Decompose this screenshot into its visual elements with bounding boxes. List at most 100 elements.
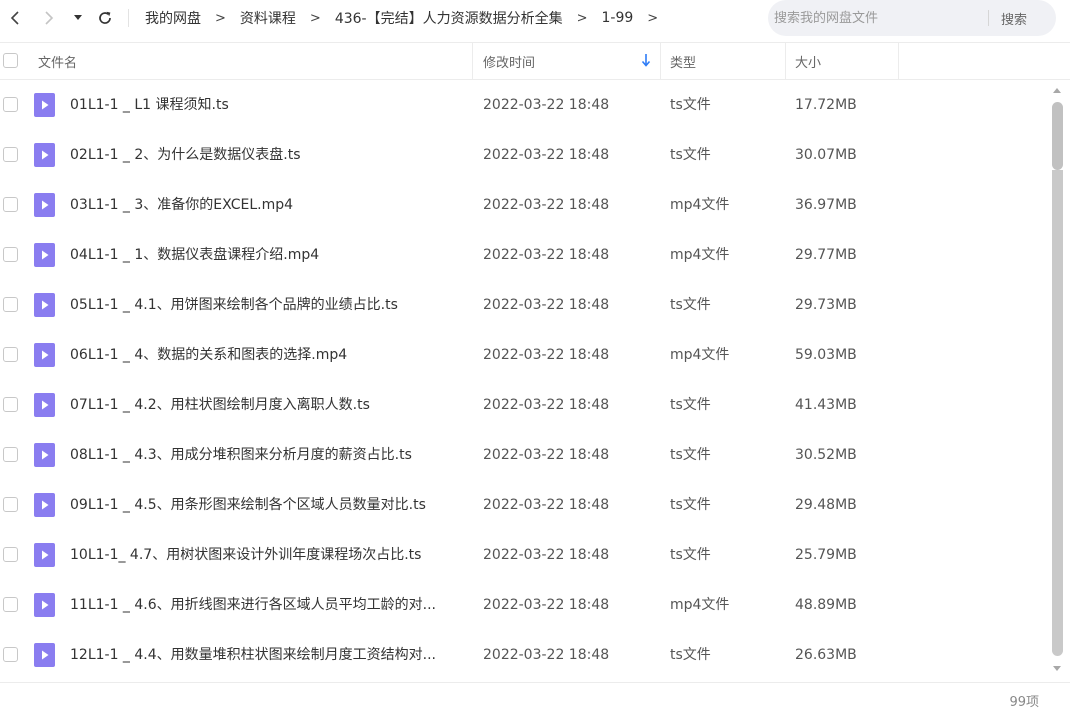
row-checkbox[interactable]	[3, 347, 18, 362]
arrow-down-icon[interactable]	[641, 53, 651, 67]
row-checkbox[interactable]	[3, 447, 18, 462]
scrollbar-track[interactable]	[1052, 170, 1063, 656]
forward-button[interactable]	[34, 3, 64, 33]
column-header-size[interactable]: 大小	[795, 43, 821, 79]
file-size: 29.48MB	[795, 497, 857, 513]
video-file-icon	[34, 593, 55, 617]
file-name[interactable]: 08L1-1 _ 4.3、用成分堆积图来分析月度的薪资占比.ts	[70, 430, 412, 480]
search-box: 搜索	[768, 0, 1056, 36]
breadcrumb-expand-arrow[interactable]: >	[647, 11, 658, 26]
file-name[interactable]: 04L1-1 _ 1、数据仪表盘课程介绍.mp4	[70, 230, 319, 280]
breadcrumb-item-current-folder[interactable]: 1-99	[602, 10, 634, 26]
file-modified-time: 2022-03-22 18:48	[483, 447, 610, 463]
file-name[interactable]: 01L1-1 _ L1 课程须知.ts	[70, 80, 229, 130]
file-row[interactable]: 06L1-1 _ 4、数据的关系和图表的选择.mp4 2022-03-22 18…	[0, 330, 1048, 380]
column-header-modified-time[interactable]: 修改时间	[483, 43, 535, 79]
breadcrumb-item-hr-analytics-folder[interactable]: 436-【完结】人力资源数据分析全集	[335, 8, 563, 28]
file-row[interactable]: 04L1-1 _ 1、数据仪表盘课程介绍.mp4 2022-03-22 18:4…	[0, 230, 1048, 280]
file-name[interactable]: 06L1-1 _ 4、数据的关系和图表的选择.mp4	[70, 330, 347, 380]
scroll-down-arrow-icon[interactable]	[1052, 663, 1062, 673]
video-file-icon	[34, 643, 55, 667]
file-modified-time: 2022-03-22 18:48	[483, 97, 610, 113]
file-list-header: 文件名 修改时间 类型 大小	[0, 42, 1070, 80]
file-name[interactable]: 05L1-1 _ 4.1、用饼图来绘制各个品牌的业绩占比.ts	[70, 280, 398, 330]
column-header-type[interactable]: 类型	[670, 43, 696, 79]
file-size: 29.77MB	[795, 247, 857, 263]
file-name[interactable]: 07L1-1 _ 4.2、用柱状图绘制月度入离职人数.ts	[70, 380, 370, 430]
column-divider[interactable]	[785, 43, 786, 79]
row-checkbox[interactable]	[3, 497, 18, 512]
file-modified-time: 2022-03-22 18:48	[483, 647, 610, 663]
file-type: ts文件	[670, 447, 711, 463]
chevron-right-icon	[45, 11, 54, 25]
file-name[interactable]: 02L1-1 _ 2、为什么是数据仪表盘.ts	[70, 130, 301, 180]
row-checkbox[interactable]	[3, 197, 18, 212]
row-checkbox[interactable]	[3, 147, 18, 162]
top-navigation-bar: 我的网盘 > 资料课程 > 436-【完结】人力资源数据分析全集 > 1-99 …	[0, 0, 1070, 36]
file-type: mp4文件	[670, 347, 730, 363]
file-size: 41.43MB	[795, 397, 857, 413]
row-checkbox[interactable]	[3, 297, 18, 312]
video-file-icon	[34, 93, 55, 117]
breadcrumb-item-my-drive[interactable]: 我的网盘	[145, 8, 201, 28]
file-size: 36.97MB	[795, 197, 857, 213]
file-size: 48.89MB	[795, 597, 857, 613]
back-button[interactable]	[0, 3, 30, 33]
file-row[interactable]: 09L1-1 _ 4.5、用条形图来绘制各个区域人员数量对比.ts 2022-0…	[0, 480, 1048, 530]
file-modified-time: 2022-03-22 18:48	[483, 347, 610, 363]
row-checkbox[interactable]	[3, 97, 18, 112]
breadcrumb-item-course-materials[interactable]: 资料课程	[240, 8, 296, 28]
column-divider[interactable]	[898, 43, 899, 79]
scroll-up-arrow-icon[interactable]	[1052, 86, 1062, 96]
file-row[interactable]: 07L1-1 _ 4.2、用柱状图绘制月度入离职人数.ts 2022-03-22…	[0, 380, 1048, 430]
file-row[interactable]: 12L1-1 _ 4.4、用数量堆积柱状图来绘制月度工资结构对... 2022-…	[0, 630, 1048, 680]
file-size: 30.52MB	[795, 447, 857, 463]
file-modified-time: 2022-03-22 18:48	[483, 247, 610, 263]
file-type: ts文件	[670, 397, 711, 413]
file-row[interactable]: 02L1-1 _ 2、为什么是数据仪表盘.ts 2022-03-22 18:48…	[0, 130, 1048, 180]
column-divider[interactable]	[472, 43, 473, 79]
file-row[interactable]: 05L1-1 _ 4.1、用饼图来绘制各个品牌的业绩占比.ts 2022-03-…	[0, 280, 1048, 330]
item-count: 99项	[1009, 695, 1039, 710]
file-row[interactable]: 10L1-1_ 4.7、用树状图来设计外训年度课程场次占比.ts 2022-03…	[0, 530, 1048, 580]
file-row[interactable]: 08L1-1 _ 4.3、用成分堆积图来分析月度的薪资占比.ts 2022-03…	[0, 430, 1048, 480]
file-type: ts文件	[670, 497, 711, 513]
video-file-icon	[34, 293, 55, 317]
file-type: ts文件	[670, 147, 711, 163]
file-size: 25.79MB	[795, 547, 857, 563]
file-modified-time: 2022-03-22 18:48	[483, 397, 610, 413]
file-size: 17.72MB	[795, 97, 857, 113]
breadcrumb-separator: >	[309, 10, 321, 26]
file-name[interactable]: 10L1-1_ 4.7、用树状图来设计外训年度课程场次占比.ts	[70, 530, 421, 580]
file-name[interactable]: 09L1-1 _ 4.5、用条形图来绘制各个区域人员数量对比.ts	[70, 480, 426, 530]
video-file-icon	[34, 193, 55, 217]
file-row[interactable]: 11L1-1 _ 4.6、用折线图来进行各区域人员平均工龄的对... 2022-…	[0, 580, 1048, 630]
file-size: 30.07MB	[795, 147, 857, 163]
file-type: mp4文件	[670, 247, 730, 263]
search-input[interactable]	[768, 0, 978, 36]
row-checkbox[interactable]	[3, 647, 18, 662]
toolbar-divider	[128, 9, 129, 27]
file-modified-time: 2022-03-22 18:48	[483, 497, 610, 513]
file-row[interactable]: 03L1-1 _ 3、准备你的EXCEL.mp4 2022-03-22 18:4…	[0, 180, 1048, 230]
column-divider[interactable]	[660, 43, 661, 79]
scrollbar-thumb[interactable]	[1052, 102, 1063, 170]
row-checkbox[interactable]	[3, 597, 18, 612]
video-file-icon	[34, 443, 55, 467]
file-type: ts文件	[670, 547, 711, 563]
file-type: mp4文件	[670, 197, 730, 213]
select-all-checkbox[interactable]	[3, 53, 18, 68]
column-header-name[interactable]: 文件名	[38, 43, 77, 79]
search-button[interactable]: 搜索	[1001, 9, 1027, 28]
file-row[interactable]: 01L1-1 _ L1 课程须知.ts 2022-03-22 18:48 ts文…	[0, 80, 1048, 130]
file-modified-time: 2022-03-22 18:48	[483, 597, 610, 613]
file-name[interactable]: 12L1-1 _ 4.4、用数量堆积柱状图来绘制月度工资结构对...	[70, 630, 436, 680]
row-checkbox[interactable]	[3, 547, 18, 562]
file-size: 29.73MB	[795, 297, 857, 313]
row-checkbox[interactable]	[3, 247, 18, 262]
file-name[interactable]: 11L1-1 _ 4.6、用折线图来进行各区域人员平均工龄的对...	[70, 580, 436, 630]
history-dropdown-button[interactable]	[66, 3, 90, 33]
file-name[interactable]: 03L1-1 _ 3、准备你的EXCEL.mp4	[70, 180, 293, 230]
refresh-button[interactable]	[90, 3, 120, 33]
row-checkbox[interactable]	[3, 397, 18, 412]
